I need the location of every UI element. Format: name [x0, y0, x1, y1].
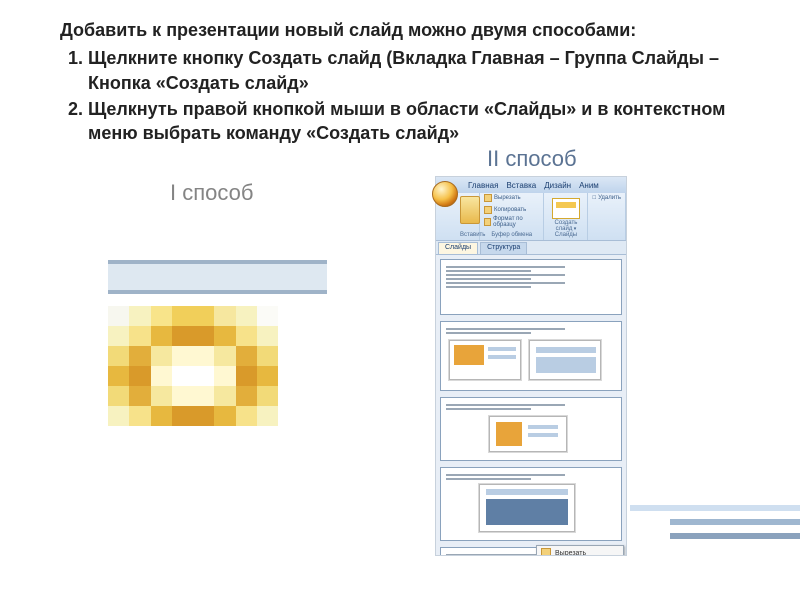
slide-thumbnails: Вырезать Копировать Вставить Создать	[436, 255, 626, 555]
pixel	[236, 326, 257, 346]
pixel	[108, 306, 129, 326]
ribbon-item: Копировать	[484, 208, 539, 212]
new-slide-icon	[552, 198, 580, 219]
pixel	[172, 326, 193, 346]
clipboard-footer: Буфер обмена	[484, 232, 539, 238]
slide-titlebar	[108, 260, 327, 294]
pixel	[108, 386, 129, 406]
pixel	[236, 346, 257, 366]
decorative-stripes	[630, 505, 800, 565]
pixel	[151, 366, 172, 386]
ribbon-group-extra: □ Удалить	[588, 193, 626, 240]
slide-thumb	[440, 397, 622, 461]
pixel	[129, 366, 150, 386]
pixel	[236, 306, 257, 326]
pixel	[214, 306, 235, 326]
paste-label: Вставить	[460, 232, 475, 238]
pixel	[193, 366, 214, 386]
ribbon-item: Формат по образцу	[484, 220, 539, 224]
step-item: Щелкнуть правой кнопкой мыши в области «…	[88, 97, 750, 146]
pixel	[193, 326, 214, 346]
pixel	[172, 386, 193, 406]
office-button-icon	[432, 181, 458, 207]
slide-thumb	[440, 321, 622, 391]
pixel	[193, 386, 214, 406]
ribbon-group-clipboard: Вырезать Копировать Формат по образцу Бу…	[480, 193, 544, 240]
slide-thumb	[440, 467, 622, 541]
ribbon-tab: Вставка	[506, 181, 536, 190]
pixel	[257, 406, 278, 426]
pixel	[151, 386, 172, 406]
pixel	[108, 326, 129, 346]
slide-thumb	[440, 259, 622, 315]
pixel	[172, 406, 193, 426]
pixel	[129, 346, 150, 366]
panel-tab-outline: Структура	[480, 242, 527, 254]
pixel	[193, 346, 214, 366]
pixel	[214, 326, 235, 346]
ribbon-item: □ Удалить	[592, 196, 621, 200]
intro-line: Добавить к презентации новый слайд можно…	[60, 18, 750, 42]
pixel	[108, 406, 129, 426]
pixel	[236, 366, 257, 386]
pixel	[193, 306, 214, 326]
ribbon-tab: Дизайн	[544, 181, 571, 190]
pixel	[193, 406, 214, 426]
ribbon-body: Вставить Вырезать Копировать Формат по о…	[436, 193, 626, 241]
pixel	[214, 366, 235, 386]
pixel	[129, 406, 150, 426]
new-slide-label: Создать слайд ▾	[548, 220, 583, 232]
pixel	[151, 326, 172, 346]
pixel	[129, 306, 150, 326]
instruction-text: Добавить к презентации новый слайд можно…	[60, 18, 750, 147]
pixel	[151, 306, 172, 326]
pixel	[129, 326, 150, 346]
ribbon-tabs: Главная Вставка Дизайн Аним	[436, 177, 626, 193]
step-list: Щелкните кнопку Создать слайд (Вкладка Г…	[88, 46, 750, 145]
ctx-cut: Вырезать	[537, 546, 623, 555]
pixel	[257, 306, 278, 326]
pixel	[214, 386, 235, 406]
pixel	[172, 366, 193, 386]
pixel	[214, 406, 235, 426]
pixel	[236, 386, 257, 406]
pixel	[151, 406, 172, 426]
format-painter-icon	[484, 218, 491, 226]
pixel	[108, 346, 129, 366]
method2-heading: II способ	[487, 146, 577, 172]
pixel	[151, 346, 172, 366]
method1-image	[108, 260, 327, 426]
pixel	[236, 406, 257, 426]
pixelated-graphic	[108, 306, 278, 426]
ribbon-group-slides: Создать слайд ▾ Слайды	[544, 193, 588, 240]
cut-icon	[484, 194, 492, 202]
slides-footer: Слайды	[548, 232, 583, 238]
pixel	[108, 366, 129, 386]
paste-icon	[460, 196, 480, 224]
pixel	[129, 386, 150, 406]
ribbon-item: Вырезать	[484, 196, 539, 200]
ribbon-tab: Аним	[579, 181, 599, 190]
panel-tabs: Слайды Структура	[436, 241, 626, 255]
method2-image: Главная Вставка Дизайн Аним Вставить Выр…	[435, 176, 627, 556]
pixel	[172, 346, 193, 366]
copy-icon	[484, 206, 492, 214]
panel-tab-slides: Слайды	[438, 242, 478, 254]
context-menu: Вырезать Копировать Вставить Создать	[536, 545, 624, 555]
pixel	[257, 346, 278, 366]
pixel	[214, 346, 235, 366]
method1-heading: I способ	[170, 180, 253, 206]
pixel	[172, 306, 193, 326]
pixel	[257, 386, 278, 406]
cut-icon	[541, 548, 551, 555]
step-item: Щелкните кнопку Создать слайд (Вкладка Г…	[88, 46, 750, 95]
pixel	[257, 366, 278, 386]
ribbon-tab: Главная	[468, 181, 498, 190]
pixel	[257, 326, 278, 346]
